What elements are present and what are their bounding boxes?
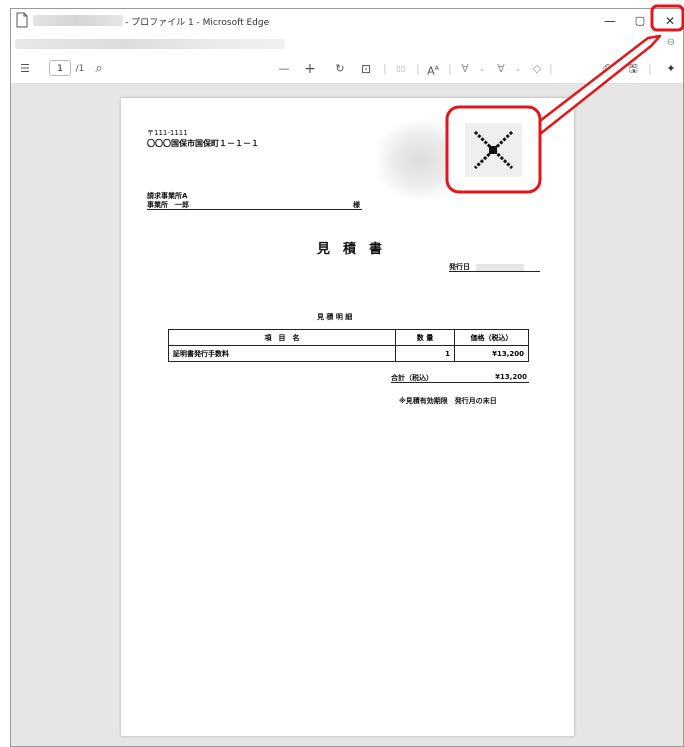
pdf-viewer: 〒111-1111 〇〇〇国保市国保町１－１－１ 請求事業所A 事業所 一郎 様… — [11, 84, 683, 746]
rotate-icon[interactable]: ↻ — [332, 61, 348, 77]
table-header-row: 項 目 名 数 量 価格（税込） — [168, 329, 529, 346]
browser-window: - プロファイル 1 - Microsoft Edge — ▢ ✕ ⊖ ☰ /1… — [10, 8, 684, 747]
cell-item: 証明書発行手数料 — [168, 345, 396, 362]
divider: | — [549, 62, 553, 75]
validity-note: ※見積有効期限 発行月の末日 — [399, 397, 497, 405]
zoom-out-button[interactable]: — — [276, 61, 292, 77]
zoom-in-button[interactable]: + — [302, 61, 318, 77]
document-heading: 見 積 書 — [317, 242, 383, 257]
save-icon[interactable]: 🖫 — [625, 61, 641, 77]
draw-icon[interactable]: ∀ — [457, 61, 473, 77]
chevron-down-icon[interactable]: ⌄ — [513, 61, 523, 77]
page-number-input[interactable]: 1 — [49, 60, 71, 76]
minimize-button[interactable]: — — [595, 9, 625, 33]
issue-date-line: 発行日 — [449, 262, 540, 272]
total-value: ¥13,200 — [495, 373, 527, 381]
honorific: 様 — [353, 201, 360, 209]
highlight-icon[interactable]: ∀ — [493, 61, 509, 77]
redacted-logo — [376, 120, 466, 200]
document-icon — [16, 12, 28, 28]
estimate-table: 項 目 名 数 量 価格（税込） 証明書発行手数料 1 ¥13,200 — [168, 329, 529, 362]
table-row: 証明書発行手数料 1 ¥13,200 — [168, 345, 529, 362]
pdf-page: 〒111-1111 〇〇〇国保市国保町１－１－１ 請求事業所A 事業所 一郎 様… — [121, 98, 574, 736]
erase-icon[interactable]: ◇ — [529, 61, 545, 77]
title-bar: - プロファイル 1 - Microsoft Edge — ▢ ✕ — [11, 9, 683, 33]
recipient-name: 事業所 一郎 — [147, 201, 189, 209]
chevron-down-icon[interactable]: ⌄ — [477, 61, 487, 77]
header-qty: 数 量 — [395, 329, 455, 346]
maximize-button[interactable]: ▢ — [625, 9, 655, 33]
redacted-title — [33, 15, 123, 26]
detail-heading: 見 積 明 細 — [317, 313, 353, 321]
issue-date-label: 発行日 — [449, 263, 470, 271]
search-icon[interactable]: ⌕ — [91, 61, 107, 77]
total-label: 合計（税込） — [391, 374, 433, 382]
divider: | — [648, 62, 652, 75]
address-line: 〇〇〇国保市国保町１－１－１ — [147, 139, 259, 148]
redacted-url — [15, 39, 285, 49]
divider: | — [383, 62, 387, 75]
print-icon[interactable]: ⎙ — [599, 61, 615, 77]
close-button[interactable]: ✕ — [655, 9, 683, 33]
read-aloud-label: A — [427, 64, 435, 78]
recipient-line: 事業所 一郎 様 — [147, 200, 362, 210]
total-line: 合計（税込） ¥13,200 — [391, 373, 529, 383]
address-bar[interactable]: ⊖ — [11, 33, 683, 55]
cell-price: ¥13,200 — [454, 345, 529, 362]
redacted-date — [476, 263, 525, 271]
divider: | — [416, 62, 420, 75]
window-title: - プロファイル 1 - Microsoft Edge — [125, 18, 270, 28]
cell-qty: 1 — [395, 345, 455, 362]
postal-code: 〒111-1111 — [147, 129, 188, 137]
header-item: 項 目 名 — [168, 329, 396, 346]
page-view-icon[interactable]: ▯▯ — [391, 61, 411, 77]
zoom-icon[interactable]: ⊖ — [667, 37, 675, 48]
pdf-toolbar: ☰ /1 ⌕ — + ↻ ⊡ | ▯▯ | AA | ∀ ⌄ ∀ ⌄ ◇ | ⎙… — [11, 55, 683, 84]
header-price: 価格（税込） — [454, 329, 529, 346]
page-total: /1 — [75, 64, 85, 74]
pin-icon[interactable]: ✦ — [663, 61, 679, 77]
divider: | — [448, 62, 452, 75]
fit-page-icon[interactable]: ⊡ — [358, 61, 374, 77]
contents-icon[interactable]: ☰ — [17, 61, 33, 77]
read-aloud-icon[interactable]: AA — [424, 61, 442, 78]
